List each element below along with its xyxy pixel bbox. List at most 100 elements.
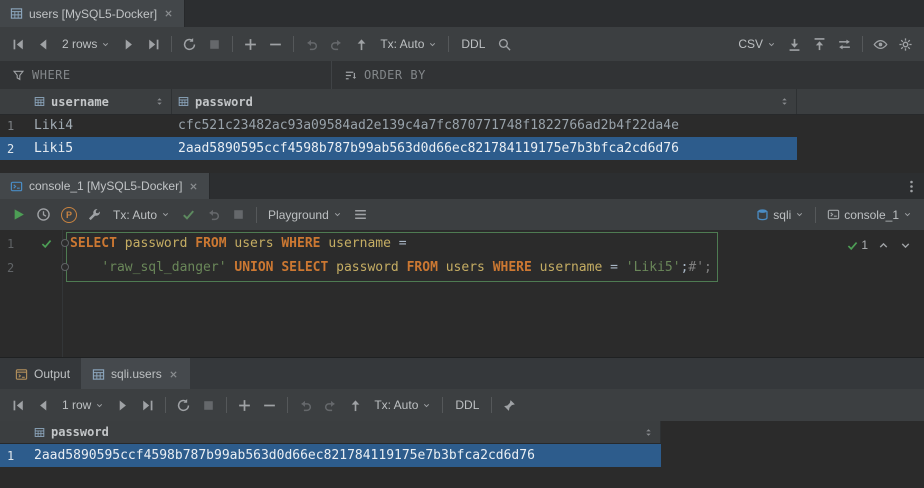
export-format-dropdown[interactable]: CSV — [732, 37, 782, 51]
chevron-up-icon[interactable] — [877, 239, 890, 252]
submit-icon[interactable] — [354, 37, 369, 52]
run-icon[interactable] — [11, 207, 26, 222]
settings-gear-icon[interactable] — [898, 37, 913, 52]
cell-password[interactable]: 2aad5890595ccf4598b787b99ab563d0d66ec821… — [28, 448, 661, 463]
export-format-label: CSV — [738, 37, 763, 51]
row-number: 1 — [0, 119, 28, 133]
column-icon — [34, 96, 45, 107]
delete-row-icon[interactable] — [268, 37, 283, 52]
nav-last-icon[interactable] — [146, 37, 161, 52]
stop-icon[interactable] — [231, 207, 246, 222]
sort-arrows-icon[interactable] — [154, 96, 165, 107]
redo-icon[interactable] — [329, 37, 344, 52]
wrench-icon[interactable] — [87, 207, 102, 222]
nav-next-icon[interactable] — [121, 37, 136, 52]
redo-icon[interactable] — [323, 398, 338, 413]
refresh-icon[interactable] — [182, 37, 197, 52]
playground-dropdown[interactable]: Playground — [262, 208, 348, 222]
cell-password[interactable]: cfc521c23482ac93a09584ad2e139c4a7fc87077… — [172, 118, 797, 133]
order-by-filter-input[interactable]: ORDER BY — [332, 61, 438, 89]
schema-dropdown[interactable]: sqli — [750, 208, 810, 222]
nav-first-icon[interactable] — [11, 398, 26, 413]
pin-icon[interactable] — [502, 398, 517, 413]
sort-arrows-icon[interactable] — [643, 427, 654, 438]
compare-icon[interactable] — [837, 37, 852, 52]
results-grid-header-row: password — [0, 421, 924, 444]
rollback-icon[interactable] — [206, 207, 221, 222]
cell-password[interactable]: 2aad5890595ccf4598b787b99ab563d0d66ec821… — [172, 141, 797, 156]
search-icon[interactable] — [497, 37, 512, 52]
chevron-down-icon — [95, 401, 104, 410]
console-session-dropdown[interactable]: console_1 — [821, 208, 918, 222]
column-header-password[interactable]: password — [28, 421, 661, 443]
table-row-selected[interactable]: 2 Liki5 2aad5890595ccf4598b787b99ab563d0… — [0, 137, 797, 160]
kebab-menu-icon[interactable] — [904, 179, 919, 194]
tab-console-1[interactable]: console_1 [MySQL5-Docker] — [0, 173, 210, 199]
add-row-icon[interactable] — [243, 37, 258, 52]
separator — [442, 397, 443, 413]
close-icon[interactable] — [163, 8, 174, 19]
ddl-button[interactable]: DDL — [448, 398, 486, 412]
playground-list-icon[interactable] — [353, 207, 368, 222]
code-line[interactable]: SELECT password FROM users WHERE usernam… — [70, 232, 407, 256]
add-row-icon[interactable] — [237, 398, 252, 413]
exec-success-counter: 1 — [846, 238, 868, 252]
where-label: WHERE — [32, 68, 71, 82]
column-name: password — [195, 95, 253, 109]
separator — [491, 397, 492, 413]
cell-username[interactable]: Liki4 — [28, 118, 172, 133]
tab-users-table[interactable]: users [MySQL5-Docker] — [0, 0, 185, 27]
chevron-down-icon — [428, 40, 437, 49]
tab-title: users [MySQL5-Docker] — [29, 7, 157, 21]
cell-username[interactable]: Liki5 — [28, 141, 172, 156]
rows-count-label: 1 row — [62, 398, 91, 412]
refresh-icon[interactable] — [176, 398, 191, 413]
sql-editor[interactable]: 1 SELECT password FROM users WHERE usern… — [0, 230, 924, 357]
chevron-down-icon — [101, 40, 110, 49]
separator — [293, 36, 294, 52]
tx-mode-dropdown[interactable]: Tx: Auto — [368, 398, 437, 412]
playground-label: Playground — [268, 208, 329, 222]
import-icon[interactable] — [812, 37, 827, 52]
tx-mode-dropdown[interactable]: Tx: Auto — [374, 37, 443, 51]
column-header-password[interactable]: password — [172, 89, 797, 114]
submit-icon[interactable] — [348, 398, 363, 413]
delete-row-icon[interactable] — [262, 398, 277, 413]
table-row-selected[interactable]: 1 2aad5890595ccf4598b787b99ab563d0d66ec8… — [0, 444, 661, 467]
schema-label: sqli — [773, 208, 791, 222]
nav-last-icon[interactable] — [140, 398, 155, 413]
stop-icon[interactable] — [201, 398, 216, 413]
table-row[interactable]: 1 Liki4 cfc521c23482ac93a09584ad2e139c4a… — [0, 114, 924, 137]
profiler-icon[interactable]: P — [61, 207, 77, 223]
column-header-username[interactable]: username — [28, 89, 172, 114]
close-icon[interactable] — [188, 181, 199, 192]
nav-prev-icon[interactable] — [36, 398, 51, 413]
chevron-down-icon[interactable] — [899, 239, 912, 252]
tab-label: sqli.users — [111, 367, 162, 381]
undo-icon[interactable] — [304, 37, 319, 52]
export-icon[interactable] — [787, 37, 802, 52]
console-toolbar-left: P Tx: Auto Playground — [6, 199, 373, 230]
nav-next-icon[interactable] — [115, 398, 130, 413]
tab-sqli-users[interactable]: sqli.users — [81, 358, 190, 390]
toolbar-left-group: 2 rows Tx: Auto DDL — [6, 27, 517, 61]
line-number: 1 — [0, 232, 27, 256]
results-toolbar-left: 1 row Tx: Auto DDL — [6, 389, 522, 421]
tx-mode-dropdown[interactable]: Tx: Auto — [107, 208, 176, 222]
stop-icon[interactable] — [207, 37, 222, 52]
where-filter-input[interactable]: WHERE — [0, 61, 332, 89]
nav-first-icon[interactable] — [11, 37, 26, 52]
undo-icon[interactable] — [298, 398, 313, 413]
ddl-button[interactable]: DDL — [454, 37, 492, 51]
close-icon[interactable] — [168, 369, 179, 380]
sort-arrows-icon[interactable] — [779, 96, 790, 107]
tab-output[interactable]: Output — [4, 358, 81, 390]
column-name: username — [51, 95, 109, 109]
rows-count-dropdown[interactable]: 2 rows — [56, 37, 116, 51]
history-clock-icon[interactable] — [36, 207, 51, 222]
code-line[interactable]: 'raw_sql_danger' UNION SELECT password F… — [70, 256, 712, 280]
commit-check-icon[interactable] — [181, 207, 196, 222]
nav-prev-icon[interactable] — [36, 37, 51, 52]
rows-count-dropdown[interactable]: 1 row — [56, 398, 110, 412]
preview-eye-icon[interactable] — [873, 37, 888, 52]
